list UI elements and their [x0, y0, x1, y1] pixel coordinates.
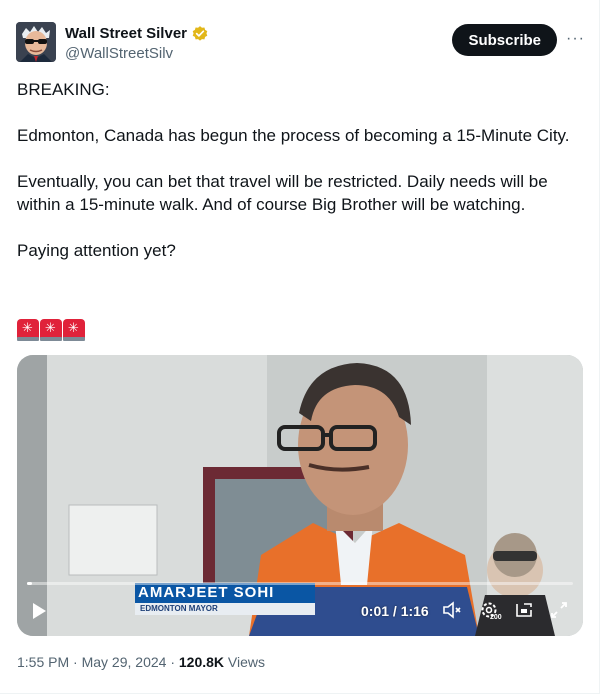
- tweet-paragraph: Paying attention yet?: [17, 241, 176, 260]
- tweet-paragraph: BREAKING:: [17, 80, 110, 99]
- video-progress-bar[interactable]: [27, 582, 573, 585]
- avatar[interactable]: [16, 22, 56, 62]
- author-display-name[interactable]: Wall Street Silver: [65, 24, 209, 44]
- tweet-meta: 1:55 PM · May 29, 2024 · 120.8K Views: [17, 654, 265, 670]
- police-siren-icon: ✳: [63, 319, 85, 341]
- tweet-paragraph: Edmonton, Canada has begun the process o…: [17, 126, 570, 145]
- author-names: Wall Street Silver @WallStreetSilv: [65, 24, 209, 64]
- avatar-sunglasses-icon: [16, 22, 56, 62]
- meta-separator: ·: [166, 654, 179, 670]
- author-handle[interactable]: @WallStreetSilv: [65, 44, 209, 64]
- post-time[interactable]: 1:55 PM: [17, 654, 69, 670]
- tweet-header: Wall Street Silver @WallStreetSilv Subsc…: [16, 22, 586, 66]
- video-progress-fill: [27, 582, 33, 585]
- post-date[interactable]: May 29, 2024: [82, 654, 167, 670]
- display-name-text: Wall Street Silver: [65, 25, 187, 42]
- emoji-row: ✳ ✳ ✳: [17, 319, 85, 341]
- tweet-paragraph: Eventually, you can bet that travel will…: [17, 172, 548, 214]
- video-player[interactable]: AMARJEET SOHI EDMONTON MAYOR 0:01 / 1:16…: [17, 355, 583, 636]
- police-siren-icon: ✳: [40, 319, 62, 341]
- subscribe-button[interactable]: Subscribe: [452, 24, 557, 56]
- more-options-icon[interactable]: ···: [566, 30, 586, 50]
- police-siren-icon: ✳: [17, 319, 39, 341]
- pip-icon[interactable]: [513, 599, 535, 621]
- tweet-card: Wall Street Silver @WallStreetSilv Subsc…: [0, 0, 600, 694]
- play-icon[interactable]: [29, 601, 49, 621]
- fullscreen-icon[interactable]: [548, 599, 570, 621]
- verified-badge-icon[interactable]: [191, 25, 209, 43]
- views-label: Views: [224, 654, 266, 670]
- views-count: 120.8K: [178, 654, 225, 670]
- video-controls: 0:01 / 1:16 200: [17, 595, 583, 631]
- meta-separator: ·: [69, 654, 82, 670]
- video-time: 0:01 / 1:16: [361, 603, 429, 619]
- settings-badge: 200: [490, 614, 502, 621]
- mute-icon[interactable]: [441, 599, 463, 621]
- tweet-text: BREAKING: Edmonton, Canada has begun the…: [17, 78, 577, 285]
